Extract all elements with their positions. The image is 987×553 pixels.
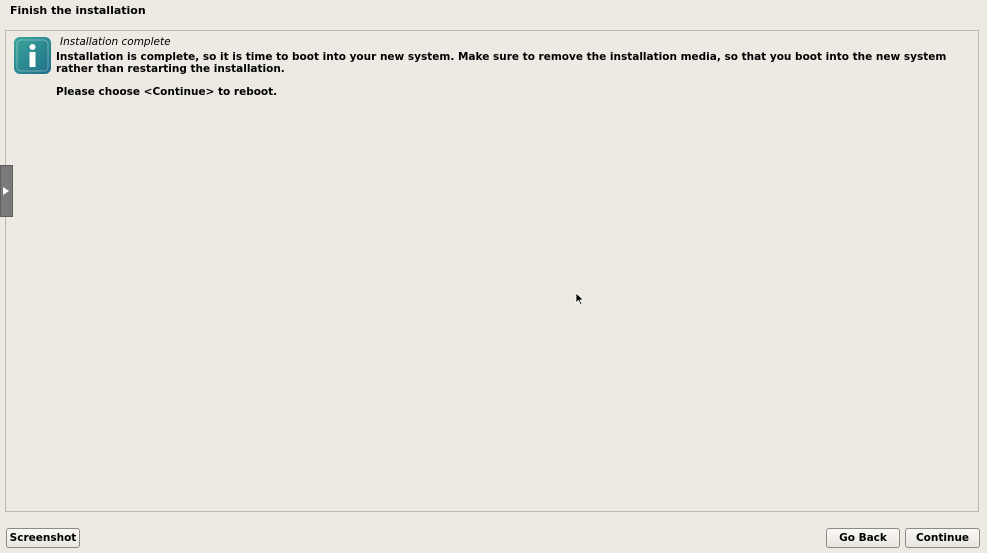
arrow-right-icon — [3, 187, 9, 195]
info-icon — [14, 37, 51, 74]
installer-window: Finish the installation Installation com… — [0, 0, 987, 553]
go-back-button[interactable]: Go Back — [826, 528, 900, 548]
dialog-message: Installation is complete, so it is time … — [56, 51, 950, 75]
dialog-prompt: Please choose <Continue> to reboot. — [56, 86, 278, 98]
dialog-title: Installation complete — [60, 36, 171, 48]
screenshot-button[interactable]: Screenshot — [6, 528, 80, 548]
dialog-panel: Installation complete Installation is co… — [5, 30, 979, 512]
page-title: Finish the installation — [10, 4, 146, 17]
continue-button[interactable]: Continue — [905, 528, 980, 548]
mouse-cursor-icon — [575, 292, 585, 306]
side-panel-toggle[interactable] — [0, 165, 13, 217]
